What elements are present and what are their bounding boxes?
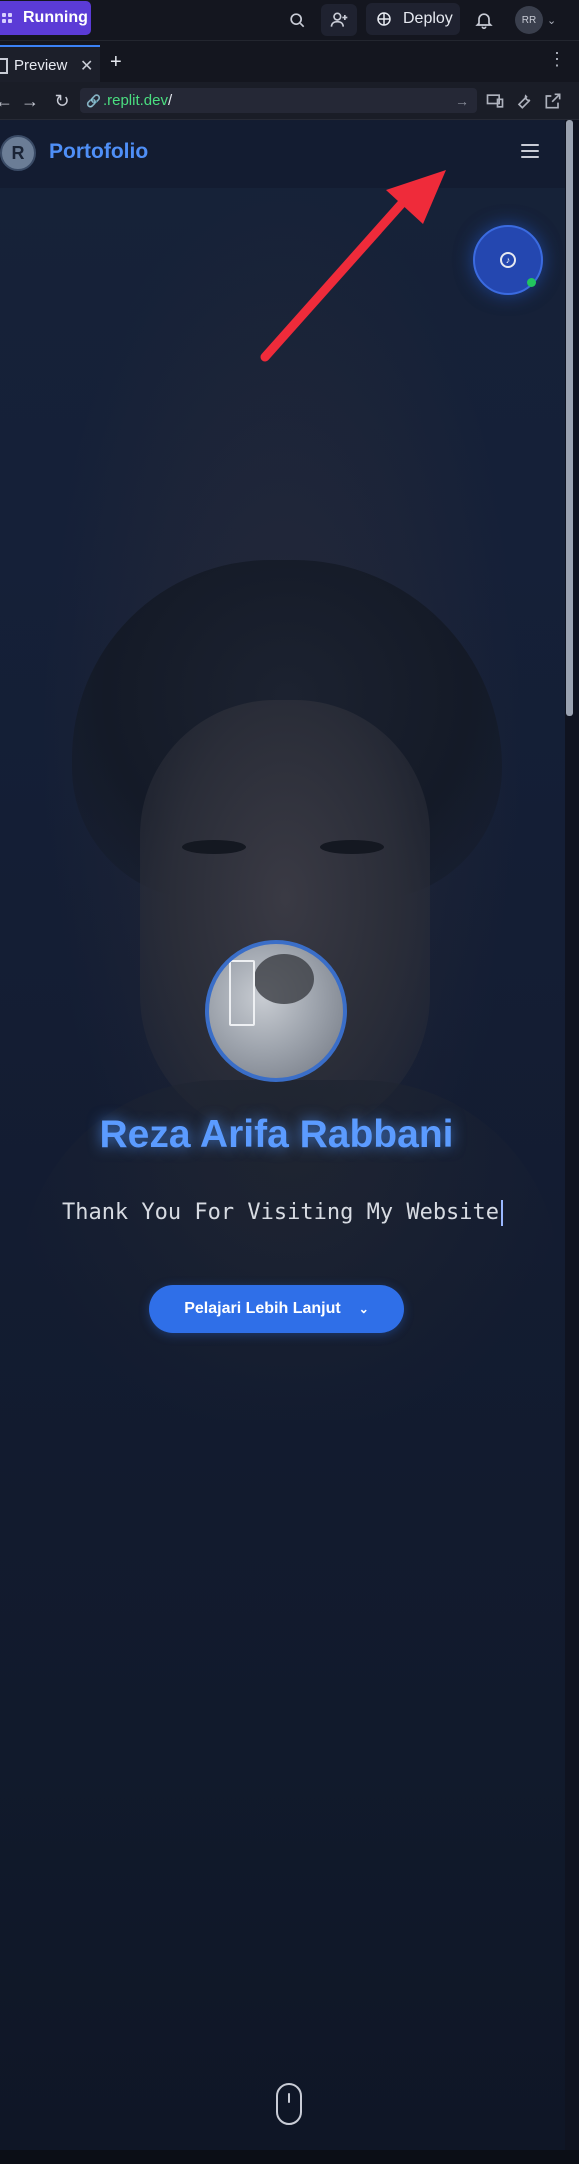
scrollbar-thumb[interactable]: [566, 120, 573, 716]
tab-preview[interactable]: Preview ✕: [0, 45, 100, 84]
devices-icon[interactable]: [485, 91, 505, 111]
url-field[interactable]: 🔗 .replit.dev / →: [80, 88, 477, 113]
wrench-icon[interactable]: [514, 91, 534, 111]
bell-icon[interactable]: [466, 4, 502, 36]
run-button-label: Running: [23, 9, 88, 26]
avatar: RR: [515, 6, 543, 34]
learn-more-button[interactable]: Pelajari Lebih Lanjut ⌄: [149, 1285, 404, 1333]
bottom-strip: [0, 2150, 579, 2164]
tab-label: Preview: [14, 57, 68, 74]
hero-photo-eye-left: [182, 840, 246, 854]
more-options-icon[interactable]: ⋮: [548, 49, 566, 70]
grid-icon: [2, 13, 12, 23]
url-path: /: [168, 92, 173, 109]
link-icon: 🔗: [86, 93, 101, 108]
address-bar: ← → ↻ 🔗 .replit.dev / →: [0, 82, 579, 120]
reload-icon[interactable]: ↻: [50, 89, 74, 113]
deploy-button[interactable]: Deploy: [366, 3, 460, 35]
profile-picture: [205, 940, 347, 1082]
deploy-icon: [377, 12, 391, 26]
typing-cursor: [501, 1200, 504, 1226]
forward-icon[interactable]: →: [18, 89, 42, 113]
hero-name: Reza Arifa Rabbani: [99, 1113, 454, 1156]
user-menu[interactable]: RR ⌄: [515, 6, 575, 34]
annotation-arrow: [260, 170, 446, 362]
open-external-icon[interactable]: [543, 91, 563, 111]
learn-more-label: Pelajari Lebih Lanjut: [184, 1300, 341, 1317]
chevron-down-icon: ⌄: [547, 14, 557, 27]
search-icon[interactable]: [279, 4, 315, 36]
mouse-scroll-icon: [276, 2083, 302, 2125]
back-icon[interactable]: ←: [0, 89, 16, 113]
preview-viewport: R Portofolio ♪ Reza Arifa Rabbani Thank …: [0, 120, 565, 2150]
url-text: .replit.dev: [102, 92, 168, 109]
tab-bar: Preview ✕ + ⋮: [0, 41, 579, 84]
deploy-label: Deploy: [403, 10, 453, 27]
hero-photo-eye-right: [320, 840, 384, 854]
add-tab-icon[interactable]: +: [110, 51, 122, 74]
preview-icon: [0, 57, 8, 74]
ide-topbar: Running Deploy RR ⌄: [0, 0, 579, 41]
chevron-down-icon: ⌄: [358, 1302, 369, 1316]
run-button[interactable]: Running: [0, 1, 91, 35]
close-icon[interactable]: ✕: [80, 56, 93, 76]
go-icon[interactable]: →: [455, 93, 469, 109]
add-user-icon[interactable]: [321, 4, 357, 36]
hero-tagline: Thank You For Visiting My Website: [0, 1200, 565, 1226]
tagline-text: Thank You For Visiting My Website: [61, 1200, 500, 1225]
